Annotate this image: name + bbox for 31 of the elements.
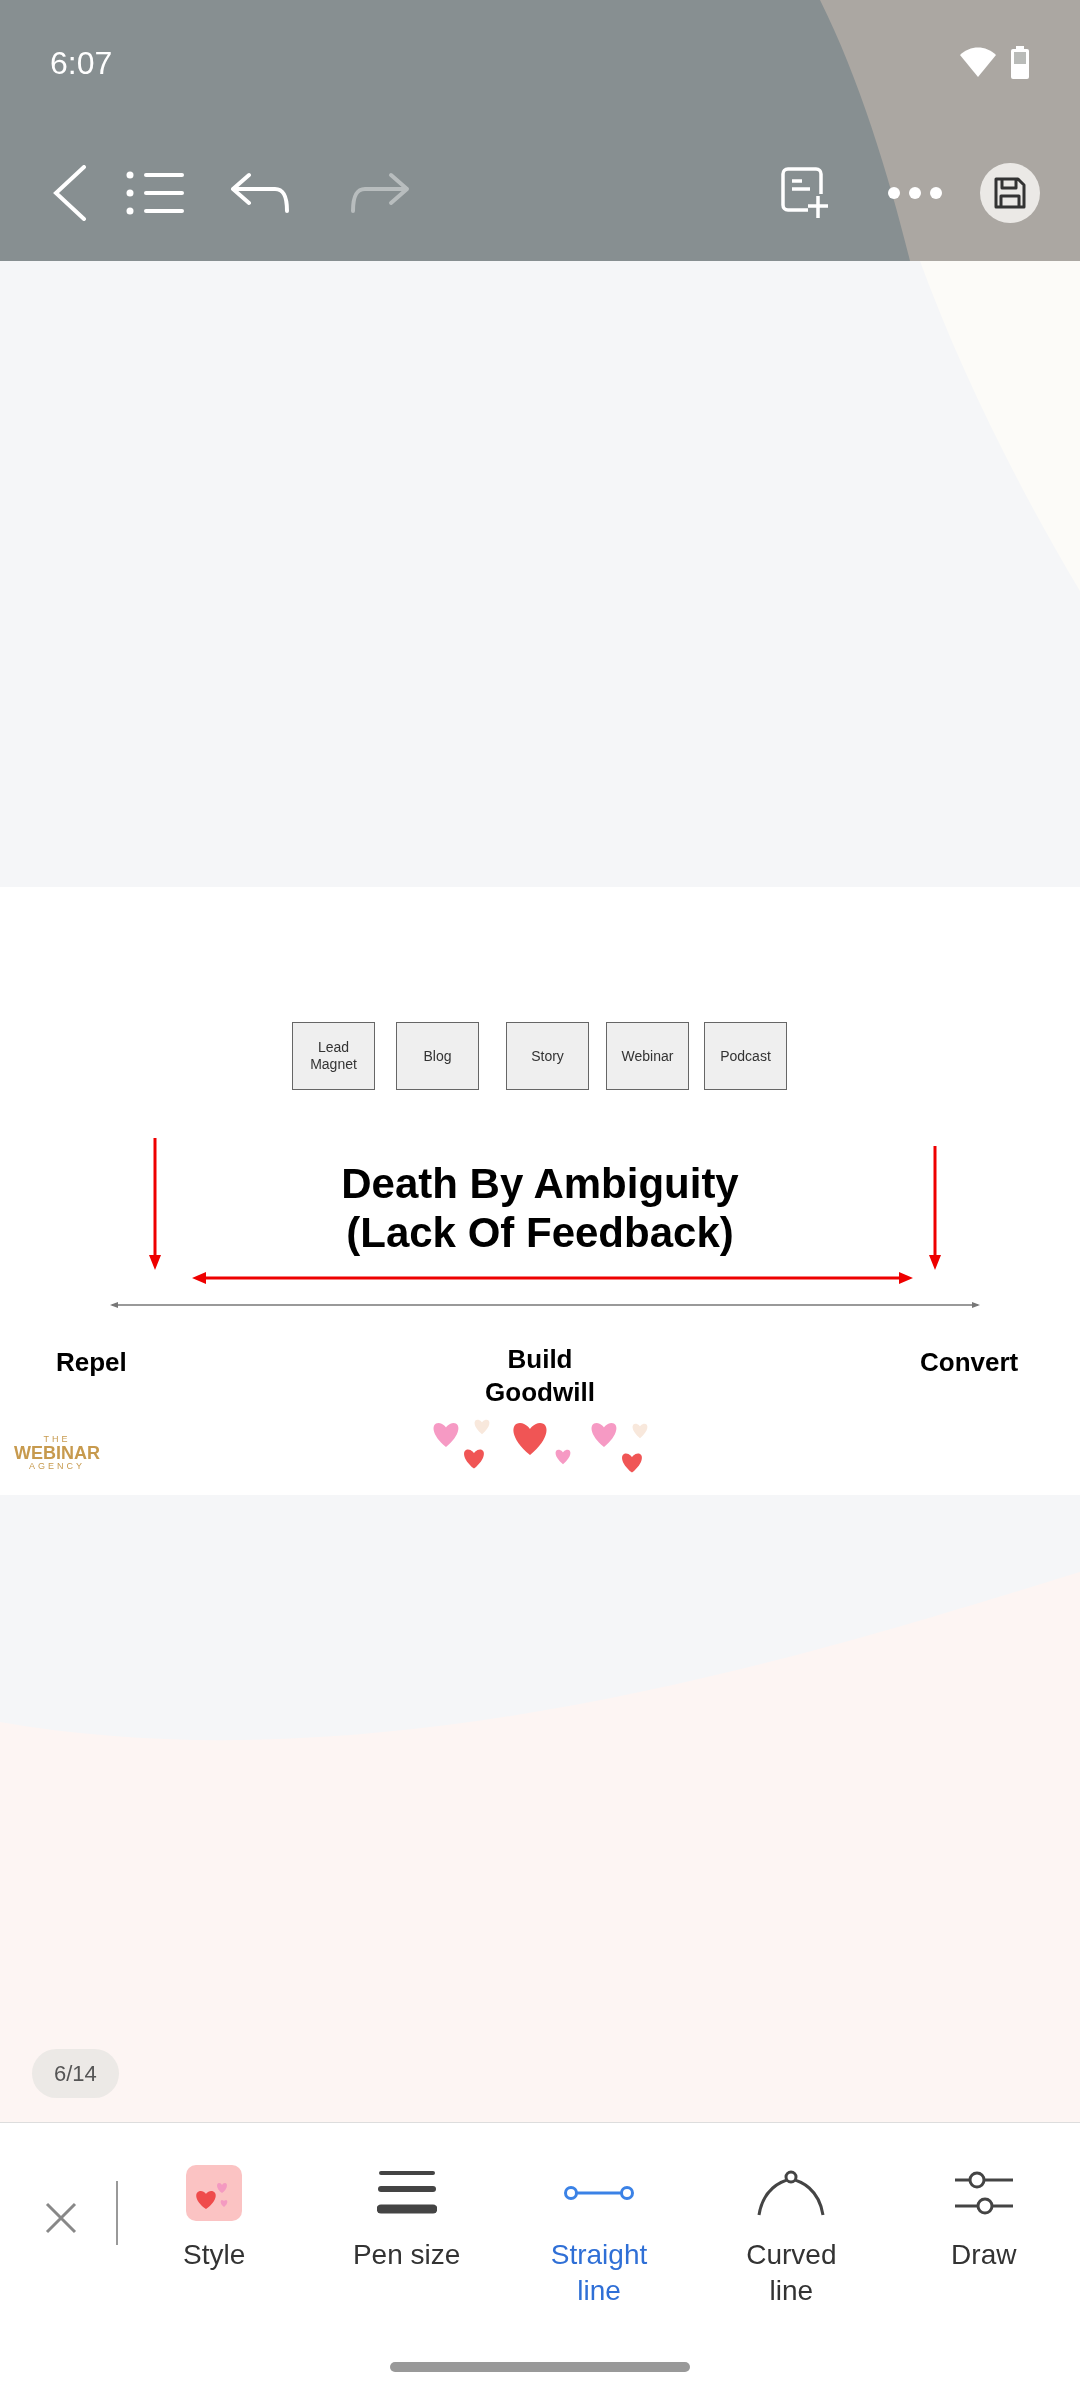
battery-icon <box>1010 45 1030 80</box>
logo-text: AGENCY <box>29 1462 85 1471</box>
undo-arrow-icon <box>229 171 291 215</box>
document-plus-icon <box>780 166 830 220</box>
slide-title: (Lack Of Feedback) <box>346 1208 734 1257</box>
tool-button[interactable]: Straight line <box>502 2161 696 2309</box>
close-icon <box>45 2202 77 2234</box>
logo-text: WEBINAR <box>14 1444 100 1462</box>
hearts-swatch-icon <box>186 2165 243 2221</box>
tool-button[interactable]: Pen size <box>310 2161 503 2309</box>
more-dots-icon <box>887 186 943 200</box>
tool-button[interactable]: Draw <box>887 2161 1080 2309</box>
scale-label: Convert <box>920 1346 1019 1379</box>
tool-button[interactable]: Curved line <box>695 2161 888 2309</box>
straight-line-icon <box>563 2183 635 2203</box>
diagram-box: Podcast <box>704 1022 787 1090</box>
sliders-icon <box>952 2170 1015 2216</box>
redo-arrow-icon <box>349 171 411 215</box>
logo-text: THE <box>43 1435 71 1444</box>
scale-label: Repel <box>56 1346 127 1379</box>
tool-button[interactable]: Style <box>118 2161 311 2309</box>
list-icon <box>126 171 184 215</box>
clock-time: 6:07 <box>50 43 113 83</box>
diagram-box: Lead Magnet <box>292 1022 375 1090</box>
diagram-box: Story <box>506 1022 589 1090</box>
diagram-box: Blog <box>396 1022 479 1090</box>
back-chevron-icon <box>53 165 87 221</box>
slide-title: Death By Ambiguity <box>341 1159 739 1208</box>
scale-label: Build Goodwill <box>484 1343 596 1409</box>
diagram-box: Webinar <box>606 1022 689 1090</box>
wifi-icon <box>958 46 998 79</box>
